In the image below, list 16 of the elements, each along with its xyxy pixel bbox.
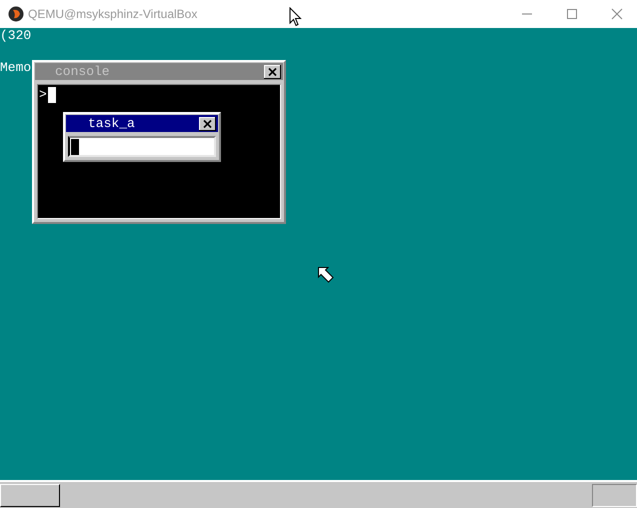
- input-field[interactable]: [68, 136, 216, 157]
- maximize-icon[interactable]: [566, 8, 578, 20]
- window-title: task_a: [88, 116, 135, 132]
- desktop-text: (320: [0, 28, 32, 44]
- close-icon[interactable]: [199, 116, 216, 130]
- window-title: console: [55, 64, 110, 80]
- text-cursor: [71, 138, 79, 154]
- desktop-text: Memo: [0, 60, 32, 76]
- tray-area: [592, 484, 637, 506]
- cursor-icon: [318, 267, 334, 283]
- start-button[interactable]: [0, 484, 60, 506]
- prompt-text: >: [39, 87, 47, 103]
- close-icon[interactable]: [264, 64, 281, 78]
- app-logo-icon: [8, 6, 24, 22]
- window-title: QEMU@msyksphinz-VirtualBox: [28, 7, 198, 21]
- text-cursor: [48, 87, 56, 103]
